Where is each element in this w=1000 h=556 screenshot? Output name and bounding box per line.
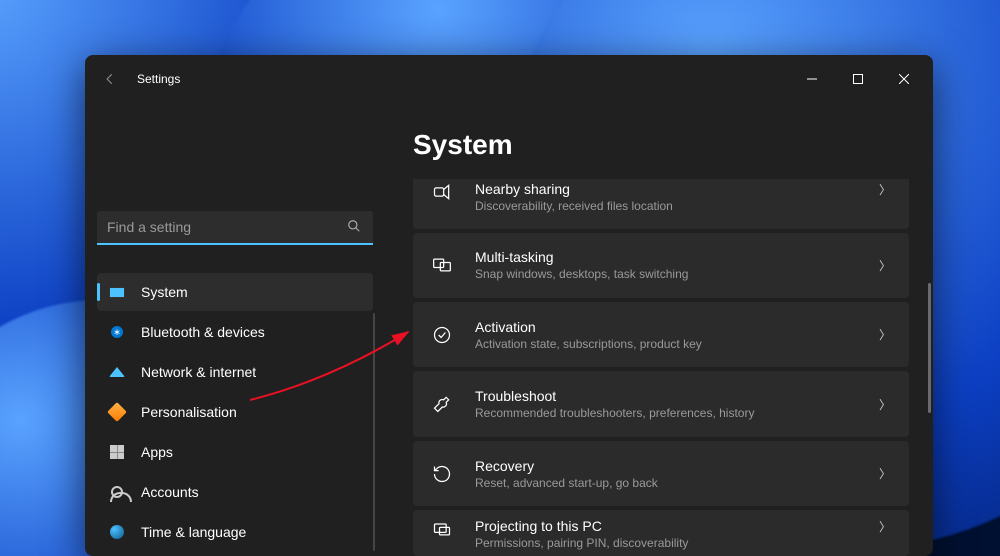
- chevron-right-icon: 〉: [879, 181, 891, 198]
- chevron-right-icon: 〉: [879, 257, 891, 274]
- app-title: Settings: [137, 72, 180, 86]
- person-icon: [109, 484, 125, 500]
- card-subtitle: Recommended troubleshooters, preferences…: [475, 406, 857, 420]
- card-title: Multi-tasking: [475, 249, 857, 265]
- card-subtitle: Activation state, subscriptions, product…: [475, 337, 857, 351]
- card-title: Nearby sharing: [475, 181, 857, 197]
- brush-icon: [109, 404, 125, 420]
- maximize-button[interactable]: [835, 63, 881, 95]
- card-title: Projecting to this PC: [475, 518, 857, 534]
- check-circle-icon: [431, 324, 453, 346]
- card-title: Recovery: [475, 458, 857, 474]
- search-icon: [347, 219, 363, 235]
- multitask-icon: [431, 254, 453, 276]
- apps-icon: [109, 444, 125, 460]
- sidebar-item-label: System: [141, 284, 188, 300]
- card-multi-tasking[interactable]: Multi-tasking Snap windows, desktops, ta…: [413, 233, 909, 298]
- sidebar-item-label: Accounts: [141, 484, 199, 500]
- card-recovery[interactable]: Recovery Reset, advanced start-up, go ba…: [413, 441, 909, 506]
- monitor-icon: [109, 284, 125, 300]
- sidebar-item-bluetooth[interactable]: ∗ Bluetooth & devices: [97, 313, 373, 351]
- bluetooth-icon: ∗: [109, 324, 125, 340]
- settings-card-list: Nearby sharing Discoverability, received…: [413, 179, 909, 556]
- card-troubleshoot[interactable]: Troubleshoot Recommended troubleshooters…: [413, 371, 909, 436]
- sidebar-item-accounts[interactable]: Accounts: [97, 473, 373, 511]
- card-subtitle: Reset, advanced start-up, go back: [475, 476, 857, 490]
- search-field[interactable]: [97, 211, 373, 245]
- project-icon: [431, 518, 453, 540]
- card-subtitle: Discoverability, received files location: [475, 199, 857, 213]
- search-input[interactable]: [107, 219, 347, 235]
- page-title: System: [413, 129, 909, 161]
- sidebar: System ∗ Bluetooth & devices Network & i…: [85, 103, 385, 556]
- card-activation[interactable]: Activation Activation state, subscriptio…: [413, 302, 909, 367]
- sidebar-item-label: Time & language: [141, 524, 246, 540]
- card-title: Troubleshoot: [475, 388, 857, 404]
- main-content: System Nearby sharing Discoverability, r…: [385, 103, 933, 556]
- close-button[interactable]: [881, 63, 927, 95]
- wrench-icon: [431, 393, 453, 415]
- sidebar-item-network[interactable]: Network & internet: [97, 353, 373, 391]
- card-projecting[interactable]: Projecting to this PC Permissions, pairi…: [413, 510, 909, 556]
- card-subtitle: Permissions, pairing PIN, discoverabilit…: [475, 536, 857, 550]
- chevron-right-icon: 〉: [879, 465, 891, 482]
- recovery-icon: [431, 463, 453, 485]
- minimize-button[interactable]: [789, 63, 835, 95]
- sidebar-item-label: Network & internet: [141, 364, 256, 380]
- window-controls: [789, 63, 927, 95]
- titlebar: Settings: [85, 55, 933, 103]
- settings-window: Settings: [85, 55, 933, 556]
- back-button[interactable]: [101, 70, 119, 88]
- chevron-right-icon: 〉: [879, 396, 891, 413]
- sidebar-item-time[interactable]: Time & language: [97, 513, 373, 551]
- sidebar-item-personalisation[interactable]: Personalisation: [97, 393, 373, 431]
- card-subtitle: Snap windows, desktops, task switching: [475, 267, 857, 281]
- globe-icon: [109, 524, 125, 540]
- card-title: Activation: [475, 319, 857, 335]
- sidebar-item-label: Personalisation: [141, 404, 237, 420]
- share-icon: [431, 181, 453, 203]
- main-scrollbar[interactable]: [928, 283, 931, 413]
- sidebar-item-label: Bluetooth & devices: [141, 324, 265, 340]
- nav-list: System ∗ Bluetooth & devices Network & i…: [97, 273, 373, 551]
- sidebar-item-system[interactable]: System: [97, 273, 373, 311]
- chevron-right-icon: 〉: [879, 326, 891, 343]
- sidebar-item-label: Apps: [141, 444, 173, 460]
- wifi-icon: [109, 364, 125, 380]
- sidebar-scrollbar[interactable]: [373, 313, 375, 551]
- card-nearby-sharing[interactable]: Nearby sharing Discoverability, received…: [413, 179, 909, 229]
- sidebar-item-apps[interactable]: Apps: [97, 433, 373, 471]
- chevron-right-icon: 〉: [879, 518, 891, 535]
